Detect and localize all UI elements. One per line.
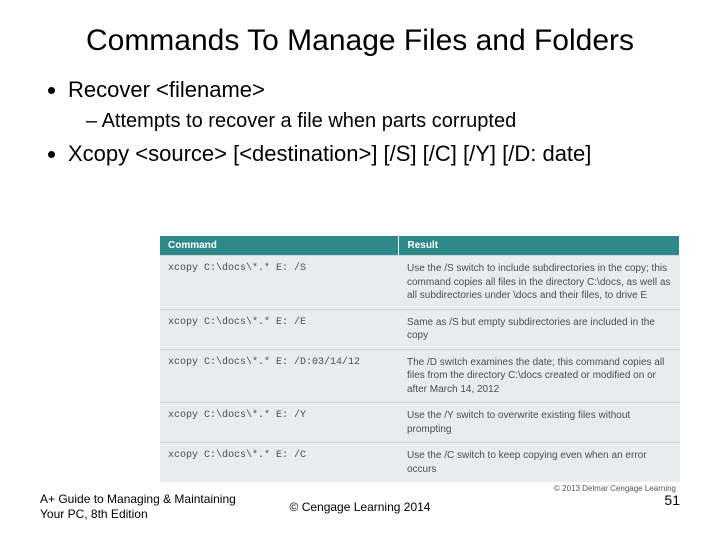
res-cell: Same as /S but empty subdirectories are … bbox=[399, 309, 680, 349]
slide-title: Commands To Manage Files and Folders bbox=[40, 22, 680, 60]
col-header-command: Command bbox=[160, 236, 399, 256]
cmd-cell: xcopy C:\docs\*.* E: /Y bbox=[160, 403, 399, 443]
table-row: xcopy C:\docs\*.* E: /D:03/14/12 The /D … bbox=[160, 349, 680, 403]
res-cell: The /D switch examines the date; this co… bbox=[399, 349, 680, 403]
xcopy-table-wrap: Command Result xcopy C:\docs\*.* E: /S U… bbox=[160, 236, 680, 495]
col-header-result: Result bbox=[399, 236, 680, 256]
bullet-recover-sub: Attempts to recover a file when parts co… bbox=[86, 108, 680, 134]
cmd-cell: xcopy C:\docs\*.* E: /E bbox=[160, 309, 399, 349]
page-number: 51 bbox=[664, 492, 680, 508]
table-row: xcopy C:\docs\*.* E: /S Use the /S switc… bbox=[160, 256, 680, 310]
cmd-cell: xcopy C:\docs\*.* E: /S bbox=[160, 256, 399, 310]
table-row: xcopy C:\docs\*.* E: /Y Use the /Y switc… bbox=[160, 403, 680, 443]
bullet-recover-text: Recover <filename> bbox=[68, 77, 265, 102]
bullet-recover: Recover <filename> Attempts to recover a… bbox=[68, 76, 680, 135]
cmd-cell: xcopy C:\docs\*.* E: /C bbox=[160, 443, 399, 483]
bullet-xcopy: Xcopy <source> [<destination>] [/S] [/C]… bbox=[68, 140, 680, 169]
table-row: xcopy C:\docs\*.* E: /C Use the /C switc… bbox=[160, 443, 680, 483]
footer-center: © Cengage Learning 2014 bbox=[40, 500, 680, 514]
cmd-cell: xcopy C:\docs\*.* E: /D:03/14/12 bbox=[160, 349, 399, 403]
res-cell: Use the /C switch to keep copying even w… bbox=[399, 443, 680, 483]
footer: A+ Guide to Managing & Maintaining Your … bbox=[40, 492, 680, 522]
table-row: xcopy C:\docs\*.* E: /E Same as /S but e… bbox=[160, 309, 680, 349]
bullet-list: Recover <filename> Attempts to recover a… bbox=[68, 76, 680, 169]
xcopy-table: Command Result xcopy C:\docs\*.* E: /S U… bbox=[160, 236, 680, 482]
res-cell: Use the /Y switch to overwrite existing … bbox=[399, 403, 680, 443]
res-cell: Use the /S switch to include subdirector… bbox=[399, 256, 680, 310]
